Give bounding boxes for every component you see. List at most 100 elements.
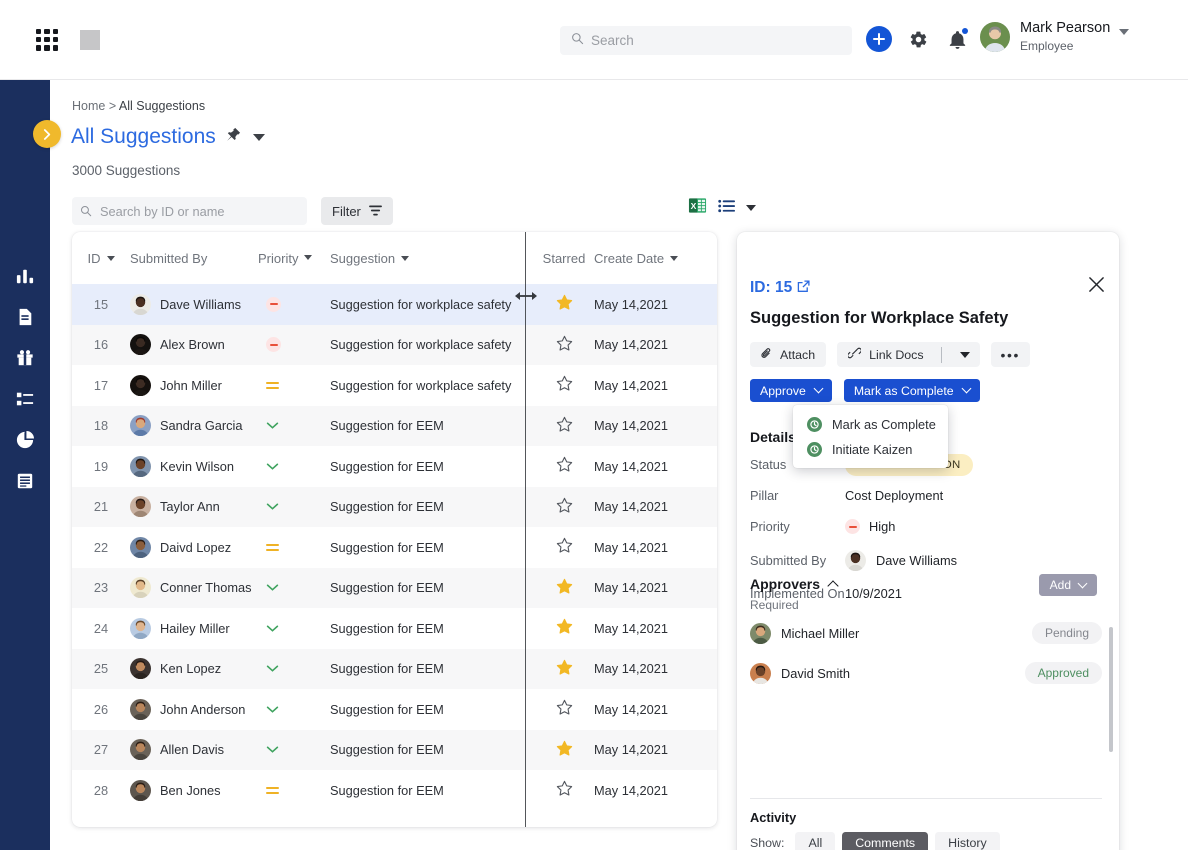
more-options-button[interactable]: ••• — [990, 342, 1031, 367]
pin-icon[interactable] — [226, 127, 241, 147]
cell-starred[interactable] — [534, 699, 594, 719]
table-row[interactable]: 22 Daivd Lopez Suggestion for EEM May 14,20… — [72, 527, 717, 568]
search-by-id-or-name-input[interactable] — [100, 203, 290, 219]
view-chevron-down-icon[interactable] — [746, 205, 756, 211]
star-icon[interactable] — [556, 740, 573, 760]
cell-starred[interactable] — [534, 659, 594, 679]
cell-starred[interactable] — [534, 416, 594, 436]
breadcrumb-home[interactable]: Home — [72, 99, 105, 113]
cell-starred[interactable] — [534, 294, 594, 314]
dropdown-item-initiate-kaizen[interactable]: Initiate Kaizen — [793, 437, 948, 462]
add-approver-button[interactable]: Add — [1038, 574, 1097, 596]
column-header-create-date[interactable]: Create Date — [594, 251, 704, 266]
cell-suggestion: Suggestion for EEM — [330, 661, 444, 677]
gear-icon[interactable] — [905, 26, 931, 52]
page-title-chevron-down-icon[interactable] — [252, 133, 265, 141]
column-header-id[interactable]: ID — [72, 251, 130, 266]
table-row[interactable]: 25 Ken Lopez Suggestion for EEM May 14,2021 — [72, 648, 717, 689]
excel-icon[interactable]: X — [688, 196, 707, 220]
close-icon[interactable] — [1088, 276, 1105, 298]
star-icon[interactable] — [556, 619, 573, 638]
chevron-down-icon[interactable] — [1119, 28, 1130, 35]
table-row[interactable]: 15 Dave Williams Suggestion for workplace … — [72, 284, 717, 325]
filter-label: Filter — [332, 203, 361, 219]
cell-submitted-by: Hailey Miller — [130, 617, 258, 639]
link-docs-chevron-down-icon[interactable] — [959, 351, 970, 358]
cell-suggestion: Suggestion for EEM — [330, 539, 444, 555]
column-header-submitted-by[interactable]: Submitted By — [130, 251, 258, 266]
cell-create-date: May 14,2021 — [594, 377, 668, 393]
activity-tab-all[interactable]: All — [795, 832, 836, 850]
activity-tab-history[interactable]: History — [935, 832, 1000, 850]
star-icon[interactable] — [556, 295, 573, 314]
cell-starred[interactable] — [534, 780, 594, 800]
table-row[interactable]: 17 John Miller Suggestion for workplace sa… — [72, 365, 717, 406]
table-row[interactable]: 16 Alex Brown Suggestion for workplace saf… — [72, 324, 717, 365]
sidebar-item-documents[interactable] — [0, 296, 50, 337]
table-row[interactable]: 24 Hailey Miller Suggestion for EEM May 14,… — [72, 608, 717, 649]
link-docs-button[interactable]: Link Docs — [837, 342, 980, 367]
avatar — [130, 739, 151, 761]
cell-starred[interactable] — [534, 618, 594, 638]
column-header-suggestion[interactable]: Suggestion — [330, 251, 522, 266]
column-header-starred[interactable]: Starred — [534, 251, 594, 266]
cell-submitted-by: Ken Lopez — [130, 658, 258, 680]
star-icon[interactable] — [556, 457, 573, 476]
cell-starred[interactable] — [534, 497, 594, 517]
table-row[interactable]: 23 Conner Thomas Suggestion for EEM May 14,… — [72, 567, 717, 608]
sidebar-item-reports[interactable] — [0, 419, 50, 460]
cell-starred[interactable] — [534, 537, 594, 557]
mark-as-complete-button[interactable]: Mark as Complete — [843, 379, 980, 402]
panel-scrollbar[interactable] — [1109, 627, 1113, 752]
sidebar-item-analytics[interactable] — [0, 255, 50, 296]
star-icon[interactable] — [556, 497, 573, 517]
list-view-icon[interactable] — [718, 199, 735, 218]
star-icon[interactable] — [556, 376, 573, 395]
table-search[interactable] — [72, 197, 307, 225]
chevron-up-icon[interactable] — [827, 580, 839, 592]
cell-starred[interactable] — [534, 375, 594, 395]
attach-button[interactable]: Attach — [750, 342, 827, 367]
approvers-heading-row[interactable]: Approvers — [750, 576, 839, 592]
dropdown-item-label: Initiate Kaizen — [832, 442, 913, 457]
external-link-icon[interactable] — [797, 280, 810, 298]
table-row[interactable]: 28 Ben Jones Suggestion for EEM May 14,2021 — [72, 770, 717, 811]
column-resize-icon[interactable] — [515, 289, 537, 307]
star-icon[interactable] — [556, 578, 573, 598]
table-row[interactable]: 21 Taylor Ann Suggestion for EEM May 14,202… — [72, 486, 717, 527]
cell-priority — [258, 580, 330, 595]
cell-starred[interactable] — [534, 335, 594, 355]
table-row[interactable]: 27 Allen Davis Suggestion for EEM May 14,20… — [72, 729, 717, 770]
sidebar-item-rewards[interactable] — [0, 337, 50, 378]
plus-icon[interactable] — [866, 26, 892, 52]
star-icon[interactable] — [556, 538, 573, 557]
cell-starred[interactable] — [534, 740, 594, 760]
star-icon[interactable] — [556, 781, 573, 800]
activity-tab-comments[interactable]: Comments — [842, 832, 929, 850]
sidebar-toggle-button[interactable] — [33, 120, 61, 148]
table-row[interactable]: 19 Kevin Wilson Suggestion for EEM May 14,2… — [72, 446, 717, 487]
bell-icon[interactable] — [944, 26, 970, 52]
cell-starred[interactable] — [534, 456, 594, 476]
star-icon[interactable] — [556, 416, 573, 436]
sidebar-item-articles[interactable] — [0, 460, 50, 501]
table-header-row: ID Submitted By Priority Suggestion Star… — [72, 232, 717, 284]
star-icon[interactable] — [556, 659, 573, 679]
star-icon[interactable] — [556, 335, 573, 355]
search-input[interactable] — [591, 33, 831, 48]
priority-low-icon — [266, 418, 279, 433]
star-icon[interactable] — [556, 700, 573, 719]
cell-create-date: May 14,2021 — [594, 661, 668, 677]
table-row[interactable]: 18 Sandra Garcia Suggestion for EEM May 14,… — [72, 405, 717, 446]
cell-starred[interactable] — [534, 578, 594, 598]
column-header-priority[interactable]: Priority — [258, 251, 330, 266]
chevron-down-icon — [961, 383, 972, 394]
user-menu[interactable]: Mark Pearson Employee — [980, 19, 1130, 54]
dropdown-item-mark-as-complete[interactable]: Mark as Complete — [793, 412, 948, 437]
sidebar-item-tasks[interactable] — [0, 378, 50, 419]
filter-button[interactable]: Filter — [321, 197, 393, 225]
grid-apps-icon[interactable] — [36, 28, 58, 51]
global-search[interactable] — [560, 26, 852, 55]
table-row[interactable]: 26 John Anderson Suggestion for EEM May 14,… — [72, 689, 717, 730]
approve-button[interactable]: Approve — [750, 379, 832, 402]
